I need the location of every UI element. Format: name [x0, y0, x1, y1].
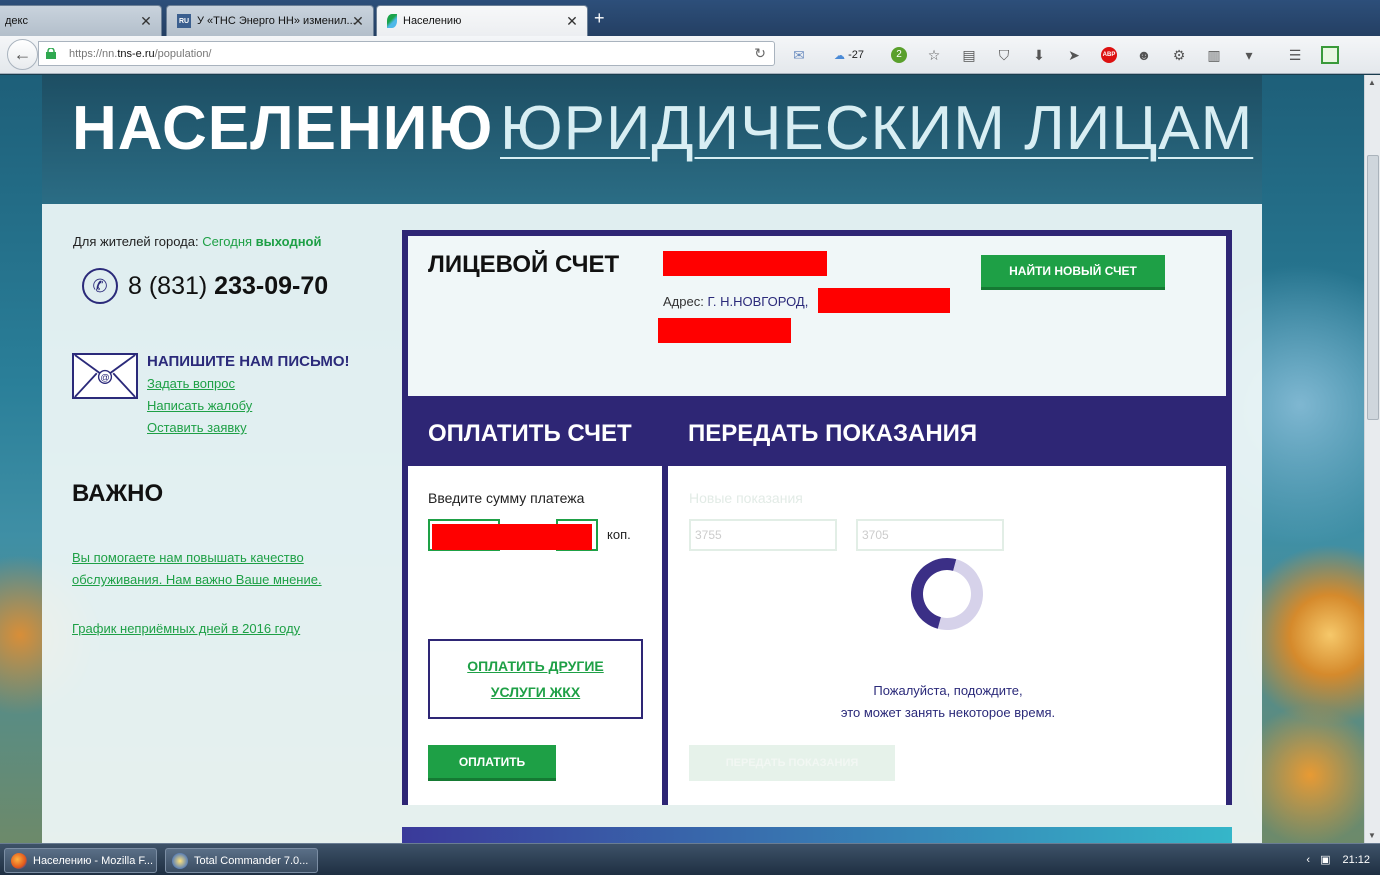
download-icon[interactable]: ⬇: [1028, 45, 1050, 65]
url-bar[interactable]: https://nn.tns-e.ru/population/ ↻: [38, 41, 775, 66]
account-address: Адрес: Г. Н.НОВГОРОД,: [663, 294, 809, 309]
feedback-link[interactable]: Вы помогаете нам повышать качество обслуж…: [72, 547, 322, 591]
close-tab-icon[interactable]: ✕: [565, 13, 579, 30]
schedule-link[interactable]: График неприёмных дней в 2016 году: [72, 621, 300, 636]
kopecks-label: коп.: [607, 527, 631, 542]
network-icon[interactable]: ▣: [1320, 853, 1330, 866]
browser-nav-bar: ← https://nn.tns-e.ru/population/ ↻ ✉ ☁ …: [0, 36, 1380, 74]
browser-tab-active[interactable]: Населению ✕: [376, 5, 588, 36]
mail-icon[interactable]: ✉: [788, 45, 810, 65]
bookmarks-list-icon[interactable]: ▤: [958, 45, 980, 65]
redacted-address: [818, 288, 950, 313]
bookmark-star-icon[interactable]: ☆: [923, 45, 945, 65]
taskbar-firefox[interactable]: Населению - Mozilla F...: [4, 848, 157, 873]
tab-title: декс: [5, 15, 28, 27]
pay-header: ОПЛАТИТЬ СЧЕТ: [408, 402, 662, 466]
scroll-down-icon[interactable]: ▼: [1368, 831, 1376, 840]
notification-badge-icon[interactable]: 2: [888, 45, 910, 65]
scrollbar-thumb[interactable]: [1367, 155, 1379, 420]
browser-tab[interactable]: RU У «ТНС Энерго НН» изменил... ✕: [166, 5, 374, 36]
os-taskbar: Населению - Mozilla F... Total Commander…: [0, 843, 1380, 875]
nav-population[interactable]: НАСЕЛЕНИЮ: [72, 93, 493, 164]
menu-icon[interactable]: ☰: [1284, 45, 1306, 65]
smiley-icon[interactable]: ☻: [1133, 45, 1155, 65]
lock-icon: [46, 48, 56, 59]
tab-favicon-icon: RU: [177, 14, 191, 28]
weather-temp: -27: [848, 49, 864, 61]
redacted-amount: [432, 524, 592, 550]
close-tab-icon[interactable]: ✕: [351, 13, 365, 30]
ask-question-link[interactable]: Задать вопрос: [147, 376, 235, 391]
reload-icon[interactable]: ↻: [754, 45, 766, 62]
day-off-status: выходной: [255, 234, 322, 249]
tab-title: Населению: [403, 15, 462, 27]
account-label: ЛИЦЕВОЙ СЧЕТ: [428, 251, 620, 278]
redacted-account-number: [663, 251, 827, 276]
envelope-icon: @: [72, 353, 138, 399]
reading-input-2[interactable]: 3705: [856, 519, 1004, 551]
scroll-up-icon[interactable]: ▲: [1368, 78, 1376, 87]
request-link[interactable]: Оставить заявку: [147, 420, 247, 435]
pay-button[interactable]: ОПЛАТИТЬ: [428, 745, 556, 781]
clock[interactable]: 21:12: [1342, 854, 1370, 866]
page-viewport: НАСЕЛЕНИЮ ЮРИДИЧЕСКИМ ЛИЦАМ Для жителей …: [0, 75, 1364, 843]
browser-tab-bar: декс ✕ RU У «ТНС Энерго НН» изменил... ✕…: [0, 0, 1380, 36]
browser-tab[interactable]: декс ✕: [0, 5, 162, 36]
total-commander-icon: [172, 852, 188, 869]
send-icon[interactable]: ➤: [1063, 45, 1085, 65]
toolbar-icons: ✉ ☁ -27 2 ☆ ▤ ⛉ ⬇ ➤ ABP ☻ ⚙ ▥ ▾ ☰: [788, 44, 1354, 66]
residents-info: Для жителей города: Сегодня выходной: [73, 234, 322, 249]
dropdown-icon[interactable]: ▾: [1238, 45, 1260, 65]
adblock-icon[interactable]: ABP: [1098, 45, 1120, 65]
complaint-link[interactable]: Написать жалобу: [147, 398, 252, 413]
firefox-icon: [11, 852, 27, 869]
new-tab-icon[interactable]: +: [594, 8, 605, 29]
close-tab-icon[interactable]: ✕: [139, 13, 153, 30]
addon-shield-icon[interactable]: [1319, 45, 1341, 65]
tab-favicon-icon: [387, 14, 397, 28]
page-scrollbar[interactable]: ▲ ▼: [1364, 75, 1380, 843]
weather-widget[interactable]: ☁ -27: [823, 45, 875, 65]
extension-icon[interactable]: ⚙: [1168, 45, 1190, 65]
clipboard-icon[interactable]: ▥: [1203, 45, 1225, 65]
system-tray: ‹ ▣ 21:12: [1306, 853, 1370, 867]
phone-block: ✆ 8 (831) 233-09-70: [82, 268, 328, 304]
arrow-left-icon: ←: [13, 44, 32, 64]
promo-banner[interactable]: [402, 827, 1232, 843]
pay-other-services-button[interactable]: ОПЛАТИТЬ ДРУГИЕ УСЛУГИ ЖКХ: [428, 639, 643, 719]
important-heading: ВАЖНО: [72, 480, 164, 507]
readings-header: ПЕРЕДАТЬ ПОКАЗАНИЯ: [668, 402, 1226, 466]
phone-number[interactable]: 8 (831) 233-09-70: [128, 272, 328, 301]
reading-input-1[interactable]: 3755: [689, 519, 837, 551]
phone-icon: ✆: [82, 268, 118, 304]
nav-legal-entities[interactable]: ЮРИДИЧЕСКИМ ЛИЦАМ: [500, 93, 1253, 164]
pocket-icon[interactable]: ⛉: [993, 45, 1015, 65]
weather-cloud-icon: ☁: [834, 49, 846, 62]
amount-label: Введите сумму платежа: [428, 490, 585, 506]
account-panel: ЛИЦЕВОЙ СЧЕТ Адрес: Г. Н.НОВГОРОД, НАЙТИ…: [402, 230, 1232, 805]
wait-message: Пожалуйста, подождите, это может занять н…: [840, 683, 1056, 720]
find-new-account-button[interactable]: НАЙТИ НОВЫЙ СЧЕТ: [981, 255, 1165, 290]
url-text: https://nn.tns-e.ru/population/: [69, 48, 212, 60]
tab-title: У «ТНС Энерго НН» изменил...: [197, 15, 356, 27]
tray-expand-icon[interactable]: ‹: [1306, 854, 1310, 866]
submit-readings-button[interactable]: ПЕРЕДАТЬ ПОКАЗАНИЯ: [689, 745, 895, 781]
today-link[interactable]: Сегодня: [202, 234, 252, 249]
svg-text:@: @: [100, 373, 109, 383]
new-readings-label: Новые показания: [689, 490, 803, 506]
redacted-address: [658, 318, 791, 343]
back-button[interactable]: ←: [7, 39, 38, 70]
write-us-title: НАПИШИТЕ НАМ ПИСЬМО!: [147, 353, 350, 370]
taskbar-total-commander[interactable]: Total Commander 7.0...: [165, 848, 318, 873]
